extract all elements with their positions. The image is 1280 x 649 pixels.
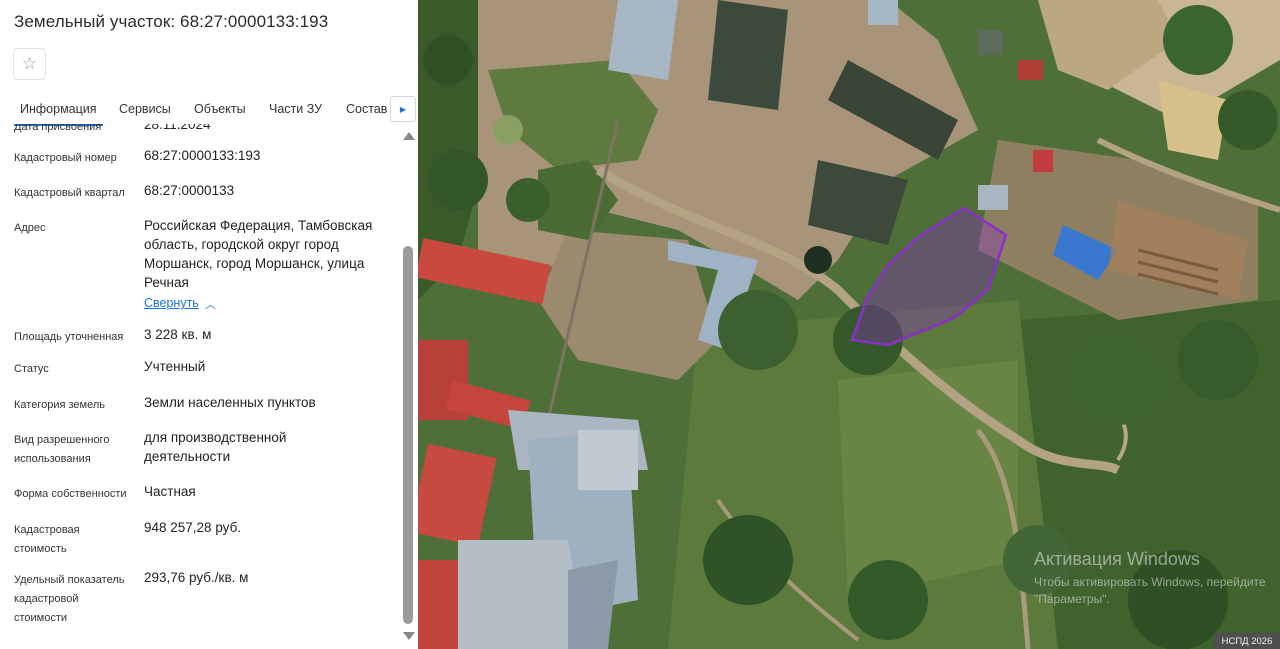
tab-information[interactable]: Информация [14, 102, 103, 126]
scroll-down-arrow-icon[interactable] [403, 632, 415, 640]
tab-composition[interactable]: Состав [346, 102, 387, 116]
address-line: область, городской округ город [144, 237, 339, 252]
field-label: Вид разрешенного использования [14, 431, 136, 469]
address-line: Моршанск, город Моршанск, улица [144, 256, 365, 271]
star-icon: ☆ [21, 54, 38, 73]
watermark-line: Чтобы активировать Windows, перейдите [1034, 575, 1266, 589]
windows-watermark-text: Чтобы активировать Windows, перейдите "П… [1034, 574, 1266, 608]
info-panel: Земельный участок: 68:27:0000133:193 ☆ И… [0, 0, 418, 649]
field-value: 3 228 кв. м [144, 327, 212, 342]
windows-watermark-title: Активация Windows [1034, 549, 1200, 569]
collapse-link[interactable]: Свернуть [144, 296, 199, 310]
field-value: 948 257,28 руб. [144, 520, 242, 535]
field-value: Учтенный [144, 359, 206, 374]
chevron-up-icon[interactable]: ︿ [205, 296, 216, 312]
field-label: Удельный показатель кадастровой стоимост… [14, 571, 136, 628]
satellite-map[interactable]: Активация Windows Чтобы активировать Win… [418, 0, 1280, 649]
chevron-right-icon: ▶ [399, 104, 407, 114]
address-line: Речная [144, 275, 189, 290]
field-value: Российская Федерация, Тамбовская область… [144, 216, 392, 292]
field-label: Категория земель [14, 399, 105, 411]
label-line: использования [14, 453, 91, 465]
tab-services[interactable]: Сервисы [119, 102, 171, 116]
tabs-next-button[interactable]: ▶ [390, 96, 416, 122]
info-list: Дата присвоения 28.11.2024 Кадастровый н… [0, 124, 398, 649]
field-label: Кадастровый номер [14, 152, 117, 164]
label-line: Кадастровая [14, 524, 80, 536]
watermark-line: "Параметры". [1034, 592, 1110, 606]
field-value: для производственной деятельности [144, 428, 392, 466]
field-label: Дата присвоения [14, 124, 102, 133]
field-label: Площадь уточненная [14, 331, 124, 343]
page-title: Земельный участок: 68:27:0000133:193 [14, 12, 329, 31]
scroll-up-arrow-icon[interactable] [403, 132, 415, 140]
label-line: стоимости [14, 612, 68, 624]
field-value: Частная [144, 484, 196, 499]
favorite-button[interactable]: ☆ [13, 48, 46, 80]
address-line: Российская Федерация, Тамбовская [144, 218, 373, 233]
scrollbar[interactable] [400, 126, 417, 646]
field-value[interactable]: 68:27:0000133:193 [144, 146, 392, 165]
field-value[interactable]: 68:27:0000133 [144, 181, 392, 200]
label-line: стоимость [14, 543, 67, 555]
field-value: 293,76 руб./кв. м [144, 570, 249, 585]
field-label: Кадастровый квартал [14, 187, 125, 199]
field-value: 28.11.2024 [144, 124, 211, 132]
scrollbar-thumb[interactable] [403, 246, 413, 624]
map-copyright: НСПД 2026 [1214, 633, 1280, 649]
label-line: кадастровой [14, 593, 79, 605]
field-label: Форма собственности [14, 488, 127, 500]
field-label: Кадастровая стоимость [14, 521, 136, 559]
value-line: деятельности [144, 449, 231, 464]
field-value: Земли населенных пунктов [144, 395, 316, 410]
field-label: Статус [14, 363, 49, 375]
tab-bar: Информация Сервисы Объекты Части ЗУ Сост… [0, 96, 418, 126]
label-line: Удельный показатель [14, 574, 125, 586]
label-line: Вид разрешенного [14, 434, 110, 446]
value-line: для производственной [144, 430, 287, 445]
field-label: Адрес [14, 222, 46, 234]
tab-parts[interactable]: Части ЗУ [269, 102, 322, 116]
tab-objects[interactable]: Объекты [194, 102, 246, 116]
